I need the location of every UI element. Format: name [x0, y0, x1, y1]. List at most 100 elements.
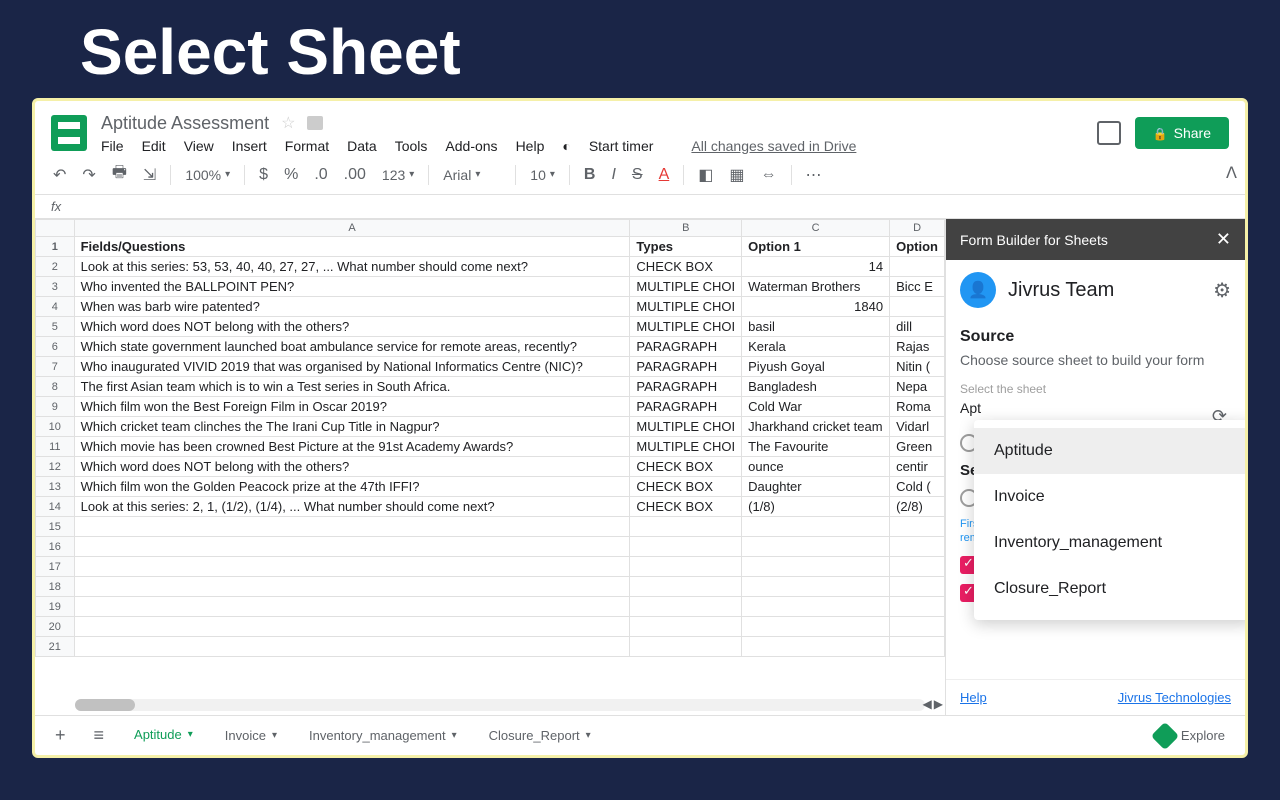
cell[interactable]: ounce: [742, 457, 890, 477]
print-icon[interactable]: 🖶: [106, 157, 133, 192]
menu-addons[interactable]: Add-ons: [445, 138, 497, 154]
col-header[interactable]: A: [74, 220, 630, 237]
row-header[interactable]: 9: [36, 397, 75, 417]
tab-inventory[interactable]: Inventory_management: [295, 720, 471, 751]
tab-invoice[interactable]: Invoice: [211, 720, 291, 751]
sheets-logo-icon[interactable]: [51, 115, 87, 151]
number-format-dropdown[interactable]: 123: [376, 163, 420, 187]
cell[interactable]: Which film won the Golden Peacock prize …: [74, 477, 630, 497]
tab-aptitude[interactable]: Aptitude: [120, 719, 207, 752]
cell[interactable]: Look at this series: 53, 53, 40, 40, 27,…: [74, 257, 630, 277]
row-header[interactable]: 17: [36, 557, 75, 577]
row-header[interactable]: 2: [36, 257, 75, 277]
cell[interactable]: The first Asian team which is to win a T…: [74, 377, 630, 397]
fill-color-icon[interactable]: ◧: [692, 161, 719, 189]
col-header[interactable]: C: [742, 220, 890, 237]
menu-tools[interactable]: Tools: [395, 138, 428, 154]
paint-format-icon[interactable]: ⇲: [137, 161, 162, 189]
spreadsheet-grid[interactable]: ABCD1Fields/QuestionsTypesOption 1Option…: [35, 219, 945, 715]
collapse-toolbar-icon[interactable]: ᐱ: [1226, 163, 1237, 183]
cell[interactable]: Rajas: [890, 337, 945, 357]
dropdown-item-invoice[interactable]: Invoice: [974, 474, 1248, 520]
menu-insert[interactable]: Insert: [232, 138, 267, 154]
undo-icon[interactable]: ↶: [47, 161, 72, 189]
cell[interactable]: MULTIPLE CHOI: [630, 277, 742, 297]
help-link[interactable]: Help: [960, 690, 987, 705]
cell[interactable]: MULTIPLE CHOI: [630, 297, 742, 317]
cell[interactable]: MULTIPLE CHOI: [630, 437, 742, 457]
cell[interactable]: MULTIPLE CHOI: [630, 417, 742, 437]
row-header[interactable]: 19: [36, 597, 75, 617]
cell[interactable]: 14: [742, 257, 890, 277]
menu-view[interactable]: View: [184, 138, 214, 154]
row-header[interactable]: 20: [36, 617, 75, 637]
cell[interactable]: 1840: [742, 297, 890, 317]
row-header[interactable]: 11: [36, 437, 75, 457]
menu-data[interactable]: Data: [347, 138, 377, 154]
row-header[interactable]: 1: [36, 237, 75, 257]
text-color-icon[interactable]: A: [653, 162, 676, 188]
row-header[interactable]: 16: [36, 537, 75, 557]
cell[interactable]: CHECK BOX: [630, 457, 742, 477]
row-header[interactable]: 18: [36, 577, 75, 597]
borders-icon[interactable]: ▦: [723, 161, 750, 189]
cell[interactable]: Kerala: [742, 337, 890, 357]
cell[interactable]: [890, 257, 945, 277]
cell[interactable]: Jharkhand cricket team: [742, 417, 890, 437]
cell[interactable]: (2/8): [890, 497, 945, 517]
zoom-dropdown[interactable]: 100%: [179, 163, 236, 187]
dropdown-item-inventory[interactable]: Inventory_management: [974, 520, 1248, 566]
cell[interactable]: Which word does NOT belong with the othe…: [74, 317, 630, 337]
cell[interactable]: Green: [890, 437, 945, 457]
row-header[interactable]: 12: [36, 457, 75, 477]
document-title[interactable]: Aptitude Assessment: [101, 113, 269, 134]
col-header[interactable]: D: [890, 220, 945, 237]
row-header[interactable]: 13: [36, 477, 75, 497]
cell[interactable]: Who invented the BALLPOINT PEN?: [74, 277, 630, 297]
start-timer[interactable]: Start timer: [589, 138, 654, 154]
cell[interactable]: dill: [890, 317, 945, 337]
dropdown-item-closure[interactable]: Closure_Report: [974, 566, 1248, 612]
cell[interactable]: [890, 297, 945, 317]
row-header[interactable]: 8: [36, 377, 75, 397]
cell[interactable]: Which word does NOT belong with the othe…: [74, 457, 630, 477]
cell[interactable]: Option 1: [742, 237, 890, 257]
cell[interactable]: CHECK BOX: [630, 497, 742, 517]
folder-icon[interactable]: [307, 116, 323, 130]
col-header[interactable]: B: [630, 220, 742, 237]
cell[interactable]: Which state government launched boat amb…: [74, 337, 630, 357]
cell[interactable]: Waterman Brothers: [742, 277, 890, 297]
cell[interactable]: MULTIPLE CHOI: [630, 317, 742, 337]
cell[interactable]: Look at this series: 2, 1, (1/2), (1/4),…: [74, 497, 630, 517]
cell[interactable]: Which movie has been crowned Best Pictur…: [74, 437, 630, 457]
dec-increase-icon[interactable]: .00: [338, 162, 372, 188]
cell[interactable]: Nitin (: [890, 357, 945, 377]
formula-bar[interactable]: fx: [35, 195, 1245, 219]
strike-button[interactable]: S: [626, 162, 649, 188]
cell[interactable]: Bangladesh: [742, 377, 890, 397]
merge-icon[interactable]: ⇔: [755, 162, 783, 188]
add-sheet-button[interactable]: +: [43, 717, 78, 754]
cell[interactable]: When was barb wire patented?: [74, 297, 630, 317]
dropdown-item-aptitude[interactable]: Aptitude: [974, 428, 1248, 474]
cell[interactable]: Types: [630, 237, 742, 257]
cell[interactable]: Cold (: [890, 477, 945, 497]
explore-button[interactable]: Explore: [1143, 720, 1237, 752]
cell[interactable]: CHECK BOX: [630, 477, 742, 497]
scroll-right-icon[interactable]: ▶: [934, 697, 943, 711]
tab-closure[interactable]: Closure_Report: [475, 720, 605, 751]
cell[interactable]: Nepa: [890, 377, 945, 397]
row-header[interactable]: 7: [36, 357, 75, 377]
cell[interactable]: basil: [742, 317, 890, 337]
currency-icon[interactable]: $: [253, 162, 274, 188]
cell[interactable]: CHECK BOX: [630, 257, 742, 277]
row-header[interactable]: 4: [36, 297, 75, 317]
cell[interactable]: Bicc E: [890, 277, 945, 297]
menu-help[interactable]: Help: [516, 138, 545, 154]
menu-file[interactable]: File: [101, 138, 124, 154]
all-sheets-button[interactable]: ≡: [82, 717, 117, 754]
cell[interactable]: Fields/Questions: [74, 237, 630, 257]
cell[interactable]: Cold War: [742, 397, 890, 417]
cell[interactable]: Roma: [890, 397, 945, 417]
dec-decrease-icon[interactable]: .0: [308, 162, 333, 188]
